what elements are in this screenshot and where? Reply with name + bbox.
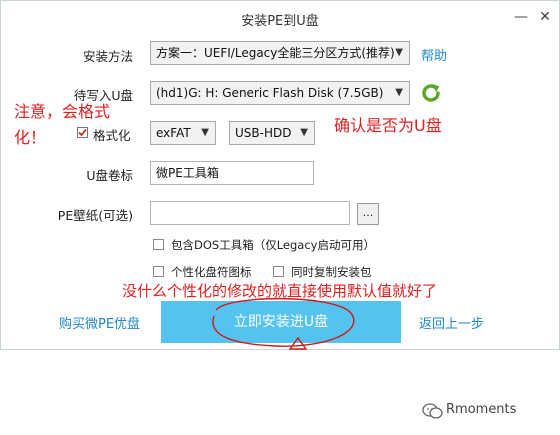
wechat-icon (422, 403, 443, 419)
brand-name: Rmoments (446, 402, 517, 417)
arrow-annotation (288, 336, 308, 350)
annotation-overlay (212, 297, 355, 350)
circle-annotation (212, 297, 355, 347)
